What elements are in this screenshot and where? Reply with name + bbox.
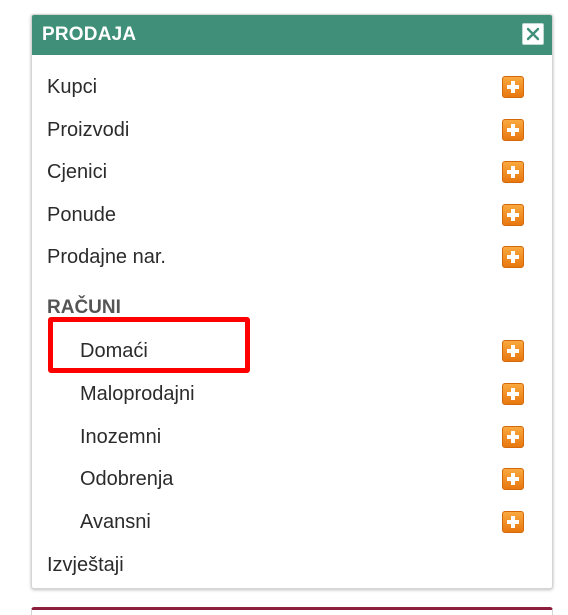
- plus-icon[interactable]: [502, 383, 524, 405]
- menu-item-label: Izvještaji: [47, 553, 124, 576]
- plus-icon[interactable]: [502, 340, 524, 362]
- menu-item-proizvodi[interactable]: Proizvodi: [47, 115, 524, 145]
- menu-item-label: Ponude: [47, 203, 116, 226]
- section-heading-racuni: RAČUNI: [47, 297, 121, 318]
- plus-icon[interactable]: [502, 204, 524, 226]
- panel-header: PRODAJA: [32, 15, 552, 55]
- menu-item-label: Avansni: [80, 510, 151, 533]
- menu-item-izvjestaji[interactable]: Izvještaji: [47, 550, 524, 580]
- menu-item-domaci[interactable]: Domaći: [80, 336, 524, 366]
- menu-item-maloprodajni[interactable]: Maloprodajni: [80, 379, 524, 409]
- panel-title: PRODAJA: [42, 24, 137, 45]
- menu-item-ponude[interactable]: Ponude: [47, 200, 524, 230]
- plus-icon[interactable]: [502, 161, 524, 183]
- menu-item-label: Prodajne nar.: [47, 245, 166, 268]
- menu-item-label: Cjenici: [47, 160, 108, 183]
- close-icon: [526, 27, 540, 41]
- menu-item-inozemni[interactable]: Inozemni: [80, 422, 524, 452]
- plus-icon[interactable]: [502, 426, 524, 448]
- menu-item-odobrenja[interactable]: Odobrenja: [80, 464, 524, 494]
- plus-icon[interactable]: [502, 76, 524, 98]
- menu-item-kupci[interactable]: Kupci: [47, 72, 524, 102]
- menu-item-label: Inozemni: [80, 425, 162, 448]
- menu-item-label: Odobrenja: [80, 467, 174, 490]
- menu-item-label: Proizvodi: [47, 118, 130, 141]
- menu-item-label: Domaći: [80, 339, 148, 362]
- plus-icon[interactable]: [502, 511, 524, 533]
- close-button[interactable]: [522, 23, 544, 45]
- prodaja-panel: PRODAJA Kupci Proizvodi Cjenici Ponude P…: [31, 14, 553, 589]
- menu-item-label: Kupci: [47, 75, 98, 98]
- plus-icon[interactable]: [502, 468, 524, 490]
- menu-item-label: Maloprodajni: [80, 382, 195, 405]
- menu-item-cjenici[interactable]: Cjenici: [47, 157, 524, 187]
- next-panel-edge: [31, 607, 553, 615]
- plus-icon[interactable]: [502, 246, 524, 268]
- plus-icon[interactable]: [502, 119, 524, 141]
- menu-item-prodajne-nar[interactable]: Prodajne nar.: [47, 242, 524, 272]
- menu-item-avansni[interactable]: Avansni: [80, 507, 524, 537]
